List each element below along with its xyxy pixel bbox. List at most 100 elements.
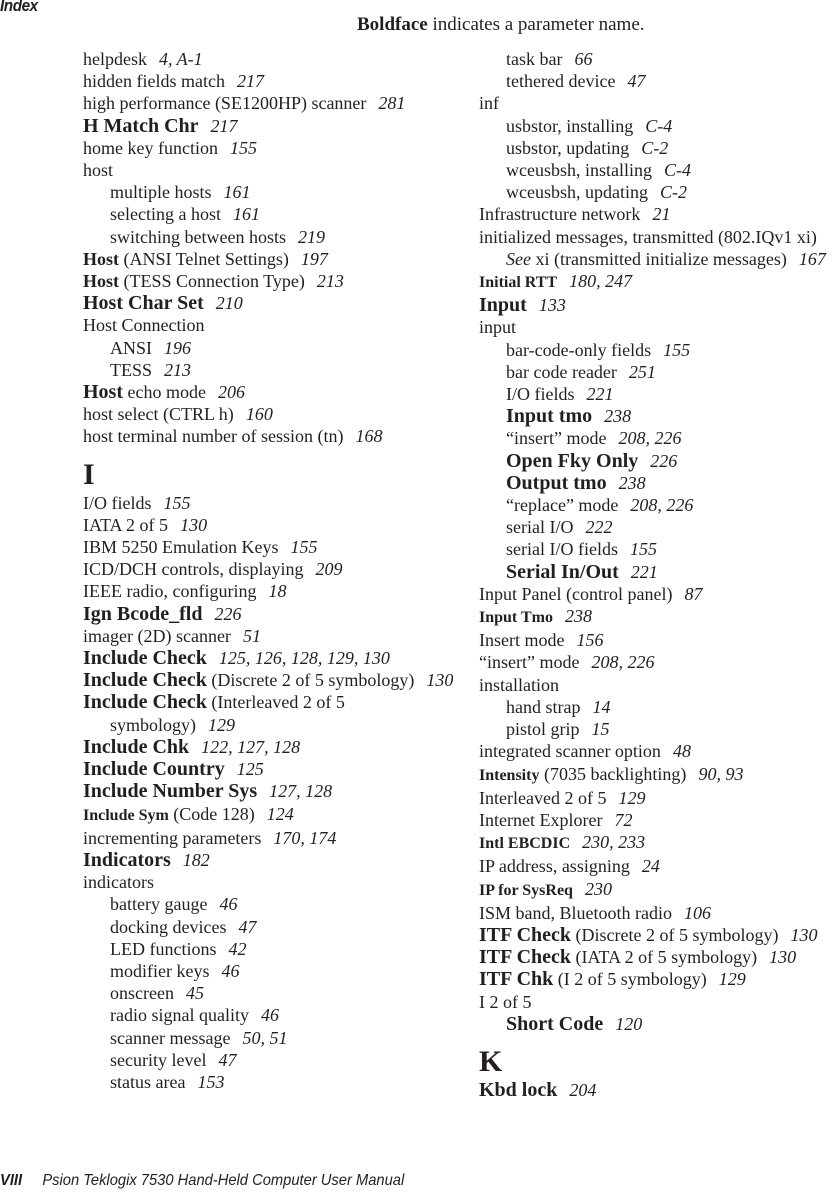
page-reference[interactable]: 66 <box>574 49 592 69</box>
page-reference[interactable]: 21 <box>652 204 670 224</box>
page-reference[interactable]: 120 <box>615 1014 642 1034</box>
page-reference[interactable]: 50, 51 <box>242 1028 287 1048</box>
page-reference[interactable]: 180, 247 <box>569 271 632 291</box>
page-reference[interactable]: 47 <box>218 1050 236 1070</box>
page-reference[interactable]: 182 <box>183 850 210 870</box>
page-reference[interactable]: 15 <box>592 719 610 739</box>
page-reference[interactable]: 51 <box>243 626 261 646</box>
page-reference[interactable]: 129 <box>719 969 746 989</box>
page-reference[interactable]: 87 <box>684 584 702 604</box>
index-entry: IP address, assigning 24 <box>479 855 834 877</box>
page-reference[interactable]: 217 <box>237 71 264 91</box>
page-reference[interactable]: 219 <box>298 227 325 247</box>
page-reference[interactable]: 153 <box>197 1072 224 1092</box>
page-reference[interactable]: 168 <box>355 426 382 446</box>
page-reference[interactable]: 222 <box>585 517 612 537</box>
page-reference[interactable]: 221 <box>586 384 613 404</box>
page-reference[interactable]: 42 <box>228 939 246 959</box>
page-reference[interactable]: 238 <box>604 406 631 426</box>
index-entry: Host Connection <box>83 314 463 336</box>
page-reference[interactable]: 14 <box>592 697 610 717</box>
page-reference[interactable]: 155 <box>163 493 190 513</box>
page-reference[interactable]: 217 <box>211 116 238 136</box>
entry-text: Infrastructure network <box>479 204 641 225</box>
parameter-name: H Match Chr <box>83 114 199 137</box>
page-reference[interactable]: 221 <box>631 562 658 582</box>
page-reference[interactable]: 48 <box>673 741 691 761</box>
page-reference[interactable]: 130 <box>426 670 453 690</box>
page-reference[interactable]: C-4 <box>664 160 691 180</box>
page-reference[interactable]: 208, 226 <box>618 428 681 448</box>
page-reference[interactable]: 133 <box>539 295 566 315</box>
page-reference[interactable]: 208, 226 <box>630 495 693 515</box>
page-reference[interactable]: 226 <box>650 451 677 471</box>
page-reference[interactable]: 238 <box>565 606 592 626</box>
page-reference[interactable]: 24 <box>642 856 660 876</box>
page-reference[interactable]: 125 <box>237 759 264 779</box>
index-subentry: pistol grip 15 <box>479 718 834 740</box>
page-reference[interactable]: 155 <box>230 138 257 158</box>
page-reference[interactable]: 167 <box>799 249 826 269</box>
page-reference[interactable]: 129 <box>618 788 645 808</box>
page-reference[interactable]: 130 <box>180 515 207 535</box>
page-reference[interactable]: 18 <box>268 581 286 601</box>
page-reference[interactable]: 161 <box>233 204 260 224</box>
page-reference[interactable]: 122, 127, 128 <box>201 737 300 757</box>
index-entry: Host (TESS Connection Type) 213 <box>83 270 463 292</box>
page-reference[interactable]: 72 <box>614 810 632 830</box>
page-reference[interactable]: 197 <box>301 249 328 269</box>
page-reference[interactable]: 130 <box>769 947 796 967</box>
page-reference[interactable]: 125, 126, 128, 129, 130 <box>219 648 390 668</box>
page-reference[interactable]: 206 <box>218 382 245 402</box>
page-reference[interactable]: 45 <box>186 983 204 1003</box>
page-reference[interactable]: 155 <box>630 539 657 559</box>
page-reference[interactable]: 226 <box>214 604 241 624</box>
page-reference[interactable]: 47 <box>238 917 256 937</box>
page-reference[interactable]: 251 <box>629 362 656 382</box>
index-subentry: serial I/O fields 155 <box>479 538 834 560</box>
page-reference[interactable]: 90, 93 <box>698 764 743 784</box>
page-reference[interactable]: C-2 <box>641 138 668 158</box>
page-reference[interactable]: 170, 174 <box>273 828 336 848</box>
page-reference[interactable]: 196 <box>164 338 191 358</box>
page-reference[interactable]: 155 <box>291 537 318 557</box>
page-reference[interactable]: 130 <box>791 925 818 945</box>
page-reference[interactable]: 209 <box>316 559 343 579</box>
index-entry: Host (ANSI Telnet Settings) 197 <box>83 248 463 270</box>
entry-text: I/O fields <box>506 384 575 405</box>
page-reference[interactable]: 213 <box>164 360 191 380</box>
page-reference[interactable]: 160 <box>246 404 273 424</box>
page-reference[interactable]: 46 <box>219 894 237 914</box>
page-reference[interactable]: 46 <box>221 961 239 981</box>
page-reference[interactable]: 4, A-1 <box>159 49 203 69</box>
index-entry: Host echo mode 206 <box>83 381 463 403</box>
page-reference[interactable]: 208, 226 <box>591 652 654 672</box>
page-reference[interactable]: 155 <box>663 340 690 360</box>
parameter-name: Include Check <box>83 647 207 670</box>
page-reference[interactable]: 46 <box>261 1005 279 1025</box>
index-entry: Ign Bcode_fld 226 <box>83 603 463 625</box>
page-reference[interactable]: C-2 <box>660 182 687 202</box>
page-reference[interactable]: 47 <box>627 71 645 91</box>
index-entry: I/O fields 155 <box>83 492 463 514</box>
page-reference[interactable]: 129 <box>208 715 235 735</box>
index-entry: IATA 2 of 5 130 <box>83 514 463 536</box>
page-reference[interactable]: C-4 <box>645 116 672 136</box>
page-reference[interactable]: 127, 128 <box>269 781 332 801</box>
see-target: xi (transmitted initialize messages) <box>530 248 787 269</box>
page-reference[interactable]: 230, 233 <box>582 832 645 852</box>
page-reference[interactable]: 210 <box>216 293 243 313</box>
page-reference[interactable]: 161 <box>224 182 251 202</box>
index-subentry: tethered device 47 <box>479 70 834 92</box>
entry-text: tethered device <box>506 71 616 92</box>
page-reference[interactable]: 124 <box>267 804 294 824</box>
page-reference[interactable]: 230 <box>585 879 612 899</box>
page-reference[interactable]: 238 <box>619 473 646 493</box>
page-reference[interactable]: 213 <box>317 271 344 291</box>
index-subentry: serial I/O 222 <box>479 516 834 538</box>
page-reference[interactable]: 204 <box>569 1080 596 1100</box>
page-reference[interactable]: 106 <box>684 903 711 923</box>
index-entry: input <box>479 316 834 338</box>
page-reference[interactable]: 156 <box>576 630 603 650</box>
page-reference[interactable]: 281 <box>378 93 405 113</box>
